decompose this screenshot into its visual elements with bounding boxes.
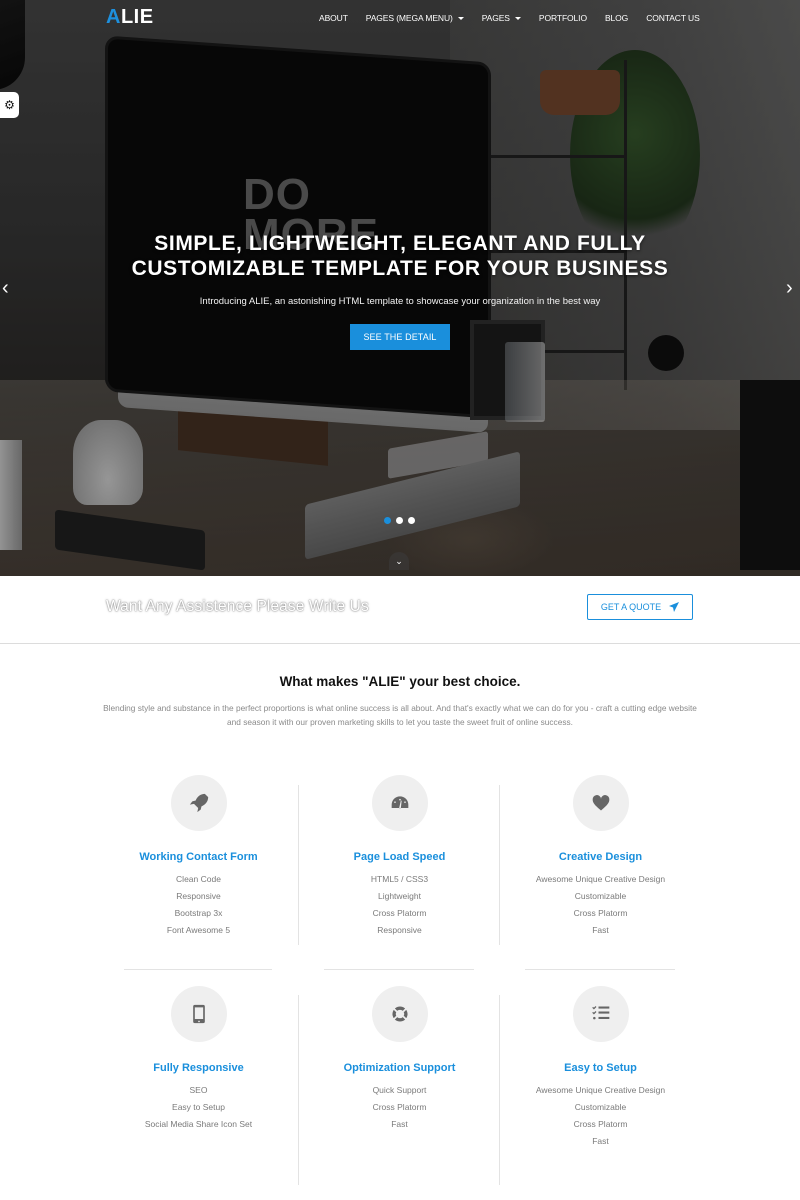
nav-item-label: PORTFOLIO bbox=[538, 13, 587, 23]
hero-title-line-1: SIMPLE, LIGHTWEIGHT, ELEGANT AND FULLY bbox=[154, 232, 646, 255]
feature-list: Quick Support Cross Platorm Fast bbox=[299, 1082, 500, 1133]
feature-card: Working Contact Form Clean Code Responsive… bbox=[98, 775, 299, 939]
feature-list-item: Awesome Unique Creative Design bbox=[535, 874, 666, 884]
feature-list-item: Awesome Unique Creative Design bbox=[535, 1085, 666, 1095]
feature-list-item: Cross Platorm bbox=[372, 1102, 427, 1112]
nav-item-label: ABOUT bbox=[319, 13, 348, 23]
hero-overlay bbox=[0, 0, 800, 576]
get-quote-button[interactable]: GET A QUOTE bbox=[587, 594, 693, 620]
slider-next-arrow-icon[interactable]: › bbox=[786, 278, 793, 298]
feature-card: Optimization Support Quick Support Cross P… bbox=[299, 986, 500, 1133]
feature-card: Fully Responsive SEO Easy to Setup Social M… bbox=[98, 986, 299, 1133]
hero-title-line-2: CUSTOMIZABLE TEMPLATE FOR YOUR BUSINESS bbox=[131, 257, 669, 280]
nav-item-blog[interactable]: BLOG bbox=[596, 13, 637, 23]
divider bbox=[324, 969, 474, 970]
slider-dot[interactable] bbox=[408, 517, 415, 524]
checklist-icon bbox=[591, 1006, 609, 1020]
paper-plane-icon bbox=[669, 602, 680, 612]
logo-accent: A bbox=[106, 6, 121, 28]
features-title: What makes "ALIE" your best choice. bbox=[279, 674, 521, 689]
slider-dot[interactable] bbox=[384, 517, 391, 524]
nav-item-pages[interactable]: PAGES bbox=[473, 13, 530, 23]
hero-slider: DO MORE ALIE ABOUT PAGES (MEGA MENU) PAGES… bbox=[0, 0, 800, 576]
feature-list-item: Social Media Share Icon Set bbox=[144, 1119, 253, 1129]
feature-list-item: Bootstrap 3x bbox=[174, 908, 223, 918]
get-quote-label: GET A QUOTE bbox=[600, 602, 662, 612]
feature-list-item: Font Awesome 5 bbox=[166, 925, 231, 935]
nav-item-portfolio[interactable]: PORTFOLIO bbox=[530, 13, 596, 23]
top-navbar: ALIE ABOUT PAGES (MEGA MENU) PAGES PORTFOLI… bbox=[0, 0, 800, 38]
feature-title: Working Contact Form bbox=[139, 851, 258, 863]
heart-icon bbox=[592, 795, 609, 811]
feature-list-item: Customizable bbox=[574, 1102, 627, 1112]
feature-card: Easy to Setup Awesome Unique Creative Des… bbox=[500, 986, 701, 1150]
nav-item-contact-us[interactable]: CONTACT US bbox=[637, 13, 708, 23]
hero-subtitle: Introducing ALIE, an astonishing HTML te… bbox=[199, 296, 601, 307]
scroll-down-button[interactable]: ⌄ bbox=[389, 552, 409, 570]
feature-icon-circle bbox=[371, 986, 428, 1042]
feature-icon-circle bbox=[572, 775, 629, 831]
feature-list-item: Quick Support bbox=[372, 1085, 427, 1095]
feature-icon-circle bbox=[371, 775, 428, 831]
logo-text: LIE bbox=[120, 6, 154, 28]
feature-list: Awesome Unique Creative Design Customizab… bbox=[500, 871, 701, 939]
feature-list: Awesome Unique Creative Design Customizab… bbox=[500, 1082, 701, 1150]
feature-list: HTML5 / CSS3 Lightweight Cross Platorm Resp… bbox=[299, 871, 500, 939]
feature-list-item: Customizable bbox=[574, 891, 627, 901]
slider-dot[interactable] bbox=[396, 517, 403, 524]
feature-title: Page Load Speed bbox=[353, 851, 446, 863]
feature-list-item: Clean Code bbox=[176, 874, 221, 884]
feature-list-item: Easy to Setup bbox=[172, 1102, 225, 1112]
feature-icon-circle bbox=[170, 986, 227, 1042]
divider bbox=[124, 969, 272, 970]
feature-list-item: Fast bbox=[391, 1119, 408, 1129]
feature-icon-circle bbox=[170, 775, 227, 831]
nav-item-about[interactable]: ABOUT bbox=[310, 13, 357, 23]
feature-list-item: Fast bbox=[592, 925, 609, 935]
feature-list-item: Cross Platorm bbox=[573, 908, 628, 918]
feature-list-item: Cross Platorm bbox=[573, 1119, 628, 1129]
feature-list-item: Lightweight bbox=[377, 891, 421, 901]
see-detail-button[interactable]: SEE THE DETAIL bbox=[350, 324, 450, 350]
nav-item-label: BLOG bbox=[604, 13, 629, 23]
slider-prev-arrow-icon[interactable]: ‹ bbox=[2, 278, 9, 298]
mobile-icon bbox=[192, 1004, 205, 1024]
main-nav: ABOUT PAGES (MEGA MENU) PAGES PORTFOLIO BLOG… bbox=[310, 13, 709, 23]
life-ring-icon bbox=[390, 1004, 409, 1024]
feature-list-item: Cross Platorm bbox=[372, 908, 427, 918]
feature-list-item: Responsive bbox=[377, 925, 422, 935]
nav-item-label: PAGES bbox=[481, 13, 510, 23]
feature-title: Easy to Setup bbox=[564, 1062, 637, 1074]
nav-item-label: CONTACT US bbox=[646, 13, 700, 23]
slider-pagination bbox=[384, 517, 415, 524]
feature-list-item: SEO bbox=[189, 1085, 208, 1095]
feature-title: Optimization Support bbox=[343, 1062, 456, 1074]
chevron-down-icon: ⌄ bbox=[395, 555, 403, 566]
feature-list: SEO Easy to Setup Social Media Share Icon … bbox=[98, 1082, 299, 1133]
feature-list-item: Fast bbox=[592, 1136, 609, 1146]
feature-list-item: HTML5 / CSS3 bbox=[370, 874, 429, 884]
nav-item-label: PAGES (MEGA MENU) bbox=[365, 13, 453, 23]
caret-down-icon bbox=[514, 16, 521, 20]
settings-toggle-button[interactable]: ⚙ bbox=[0, 92, 19, 118]
feature-card: Creative Design Awesome Unique Creative D… bbox=[500, 775, 701, 939]
assist-text: Want Any Assistence Please Write Us bbox=[106, 598, 369, 615]
feature-list-item: Responsive bbox=[176, 891, 221, 901]
rocket-icon bbox=[189, 793, 208, 813]
assist-bar: Want Any Assistence Please Write Us GET … bbox=[0, 576, 800, 644]
hero-title: SIMPLE, LIGHTWEIGHT, ELEGANT AND FULLY C… bbox=[0, 231, 800, 281]
feature-title: Fully Responsive bbox=[153, 1062, 244, 1074]
features-description: Blending style and substance in the perf… bbox=[103, 703, 697, 727]
feature-card: Page Load Speed HTML5 / CSS3 Lightweight Cr… bbox=[299, 775, 500, 939]
gear-icon: ⚙ bbox=[4, 98, 15, 112]
speedometer-icon bbox=[391, 796, 408, 809]
feature-list: Clean Code Responsive Bootstrap 3x Font Awe… bbox=[98, 871, 299, 939]
nav-item-pages-mega-menu[interactable]: PAGES (MEGA MENU) bbox=[357, 13, 473, 23]
caret-down-icon bbox=[457, 16, 464, 20]
divider bbox=[525, 969, 675, 970]
feature-icon-circle bbox=[572, 986, 629, 1042]
logo[interactable]: ALIE bbox=[106, 6, 154, 29]
feature-title: Creative Design bbox=[558, 851, 643, 863]
